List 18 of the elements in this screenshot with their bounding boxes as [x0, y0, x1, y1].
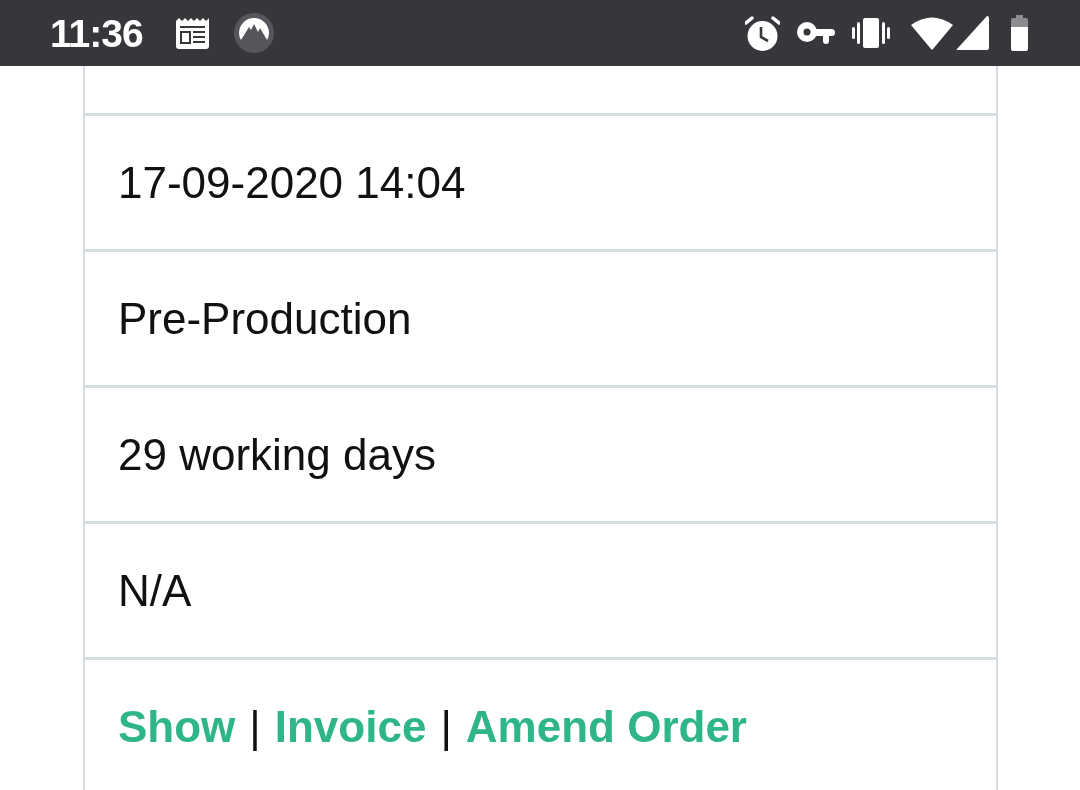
table-cell-text: Pre-Production — [118, 293, 412, 344]
status-time: 11:36 — [50, 13, 143, 53]
table-link[interactable]: Amend Order — [465, 701, 747, 752]
link-separator: | — [249, 701, 261, 752]
wifi-signal-icon — [911, 16, 953, 50]
table-link[interactable]: Show — [118, 701, 236, 752]
key-icon — [797, 22, 835, 44]
mountain-logo-icon — [233, 13, 274, 53]
table-cell-text: N/A — [118, 565, 192, 616]
table-link[interactable]: Invoice — [274, 701, 427, 752]
alarm-clock-icon — [745, 15, 780, 51]
newspaper-icon — [174, 17, 210, 49]
vibrate-icon — [852, 18, 890, 48]
cell-signal-icon — [956, 16, 989, 50]
link-separator: | — [440, 701, 452, 752]
table-cell-text: 17-09-2020 14:04 — [118, 157, 466, 208]
battery-icon — [1011, 15, 1028, 51]
table-cell-text: 29 working days — [118, 429, 436, 480]
